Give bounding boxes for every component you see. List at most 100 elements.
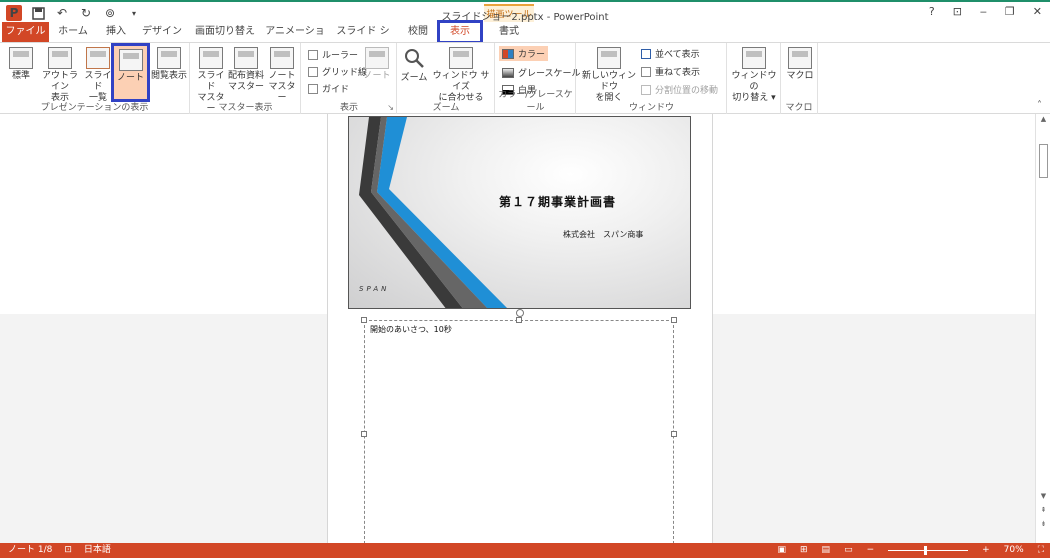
minimize-button[interactable]: ‒: [980, 5, 987, 18]
magnifier-icon: [405, 49, 424, 68]
new-window-icon: [597, 47, 621, 69]
reading-view-status-icon[interactable]: ▤: [822, 543, 831, 558]
handout-master-button[interactable]: 配布資料 マスター: [228, 47, 264, 93]
scroll-down-icon[interactable]: ▼: [1036, 492, 1050, 504]
tab-slideshow[interactable]: スライド ショー: [332, 22, 394, 57]
cascade-button[interactable]: 重ねて表示: [641, 65, 700, 78]
grayscale-swatch-icon: [502, 67, 514, 78]
color-button[interactable]: カラー: [499, 46, 549, 61]
resize-handle[interactable]: [361, 431, 367, 437]
notes-master-button[interactable]: ノート マスター: [266, 47, 298, 104]
notes-text[interactable]: 開始のあいさつ、10秒: [370, 324, 452, 335]
outline-view-label: アウトライン: [41, 71, 78, 92]
tab-file[interactable]: ファイル: [2, 22, 49, 42]
zoom-button[interactable]: ズーム: [400, 47, 428, 84]
zoom-in-icon[interactable]: +: [982, 543, 990, 558]
help-icon[interactable]: ?: [929, 5, 935, 18]
zoom-out-icon[interactable]: −: [867, 543, 875, 558]
move-split-icon: [641, 84, 651, 95]
slide-master-label: スライド: [197, 71, 225, 92]
group-switch-windows: ウィンドウの 切り替え ▾: [728, 43, 780, 115]
tab-animations[interactable]: アニメーション: [264, 22, 326, 57]
outline-view-button[interactable]: アウトライン 表示: [38, 47, 82, 104]
macros-label: マクロ: [786, 71, 814, 81]
resize-handle[interactable]: [671, 317, 677, 323]
grayscale-button[interactable]: グレースケール: [502, 66, 581, 79]
slide-thumbnail[interactable]: 第１７期事業計画書 株式会社 スパン商事 SPAN: [348, 116, 691, 309]
ruler-checkbox[interactable]: ルーラー: [308, 48, 358, 61]
next-slide-icon[interactable]: ⇟: [1036, 520, 1050, 532]
group-window: 新しいウィンドウ を開く 並べて表示 重ねて表示 分割位置の移動 ウィンドウ: [577, 43, 727, 115]
guides-check-icon: [308, 83, 318, 94]
new-window-label: 新しいウィンドウ: [581, 71, 636, 92]
close-button[interactable]: ✕: [1033, 5, 1042, 18]
zoom-slider[interactable]: [888, 546, 969, 555]
switch-windows-label: ウィンドウの: [731, 71, 777, 92]
notes-toggle-label: ノート: [363, 71, 391, 81]
language-indicator[interactable]: 日本語: [84, 543, 111, 558]
ribbon-display-options-icon[interactable]: ⊡: [953, 5, 962, 18]
arrange-all-label: 並べて表示: [655, 50, 700, 60]
notes-placeholder[interactable]: 開始のあいさつ、10秒: [361, 309, 677, 544]
ribbon: 標準 アウトライン 表示 スライド 一覧 ノート 閲覧表示 プレゼンテーションの…: [0, 42, 1050, 115]
slideshow-status-icon[interactable]: ▭: [844, 543, 853, 558]
cascade-label: 重ねて表示: [655, 68, 701, 78]
slide-sorter-button[interactable]: スライド 一覧: [83, 47, 113, 104]
tab-view[interactable]: 表示: [437, 20, 483, 44]
normal-view-status-icon[interactable]: ▣: [777, 543, 786, 558]
slide-sorter-status-icon[interactable]: ⊞: [800, 543, 808, 558]
scroll-thumb[interactable]: [1039, 144, 1048, 178]
tab-review[interactable]: 校閲: [402, 22, 434, 42]
move-split-label: 分割位置の移動: [655, 86, 719, 96]
fit-to-window-button[interactable]: ウィンドウ サイズ に合わせる: [430, 47, 492, 104]
group-label-macros: マクロ: [785, 103, 813, 113]
zoom-level[interactable]: 70%: [1004, 543, 1024, 558]
group-zoom: ズーム ウィンドウ サイズ に合わせる ズーム: [398, 43, 495, 115]
tab-home[interactable]: ホーム: [55, 22, 91, 42]
group-label-presentation-views: プレゼンテーションの表示: [40, 103, 149, 113]
status-bar: ノート 1/8 ⊡ 日本語 ▣ ⊞ ▤ ▭ − + 70% ⛶: [0, 543, 1050, 558]
fit-to-window-label: ウィンドウ サイズ: [432, 71, 490, 92]
tab-insert[interactable]: 挿入: [100, 22, 132, 42]
group-label-zoom: ズーム: [432, 103, 460, 113]
vertical-scrollbar[interactable]: ▲ ▼ ⇞ ⇟: [1035, 114, 1050, 544]
collapse-ribbon-icon[interactable]: ˄: [1037, 100, 1042, 111]
resize-handle[interactable]: [361, 317, 367, 323]
page-indicator[interactable]: ノート 1/8: [8, 543, 52, 558]
group-label-window: ウィンドウ: [628, 103, 674, 113]
switch-windows-button[interactable]: ウィンドウの 切り替え ▾: [730, 47, 778, 104]
previous-slide-icon[interactable]: ⇞: [1036, 506, 1050, 518]
notes-master-icon: [270, 47, 294, 69]
resize-handle[interactable]: [516, 317, 522, 323]
group-master-views: スライド マスター 配布資料 マスター ノート マスター マスター表示: [191, 43, 301, 115]
reading-view-button[interactable]: 閲覧表示: [151, 47, 187, 82]
resize-handle[interactable]: [671, 431, 677, 437]
zoom-label: ズーム: [400, 73, 428, 83]
guides-checkbox[interactable]: ガイド: [308, 82, 349, 95]
tab-format[interactable]: 書式: [489, 22, 529, 42]
group-color-grayscale: カラー グレースケール 白黒 カラー/グレースケール: [496, 43, 581, 115]
gridlines-checkbox[interactable]: グリッド線: [308, 65, 367, 78]
fit-slide-icon[interactable]: ⛶: [1038, 543, 1044, 558]
notes-toggle-button[interactable]: ノート: [362, 47, 392, 82]
spell-check-icon[interactable]: ⊡: [64, 543, 72, 558]
new-window-button[interactable]: 新しいウィンドウ を開く: [579, 47, 639, 104]
slide-title: 第１７期事業計画書: [499, 195, 617, 209]
scroll-up-icon[interactable]: ▲: [1036, 115, 1050, 127]
tab-design[interactable]: デザイン: [140, 22, 184, 42]
normal-view-button[interactable]: 標準: [6, 47, 36, 82]
move-split-button[interactable]: 分割位置の移動: [641, 83, 718, 96]
notes-page-view-button[interactable]: ノート: [111, 43, 150, 102]
fit-to-window-icon: [449, 47, 473, 69]
macros-button[interactable]: マクロ: [784, 47, 816, 82]
tab-transitions[interactable]: 画面切り替え: [192, 22, 258, 42]
show-dialog-launcher-icon[interactable]: ↘: [387, 103, 394, 112]
title-bar: P ↶ ↻ ⊚ ▾ 描画ツール スライドショー2.pptx - PowerPoi…: [0, 0, 1050, 24]
slide-sorter-label: スライド: [84, 71, 112, 92]
reading-view-icon: [157, 47, 181, 69]
restore-button[interactable]: ❐: [1005, 5, 1015, 18]
rotate-handle-icon[interactable]: [516, 309, 524, 317]
notes-page: 第１７期事業計画書 株式会社 スパン商事 SPAN 開始のあいさつ、10秒: [327, 114, 713, 544]
arrange-all-button[interactable]: 並べて表示: [641, 47, 700, 60]
group-label-show: 表示: [339, 103, 358, 113]
